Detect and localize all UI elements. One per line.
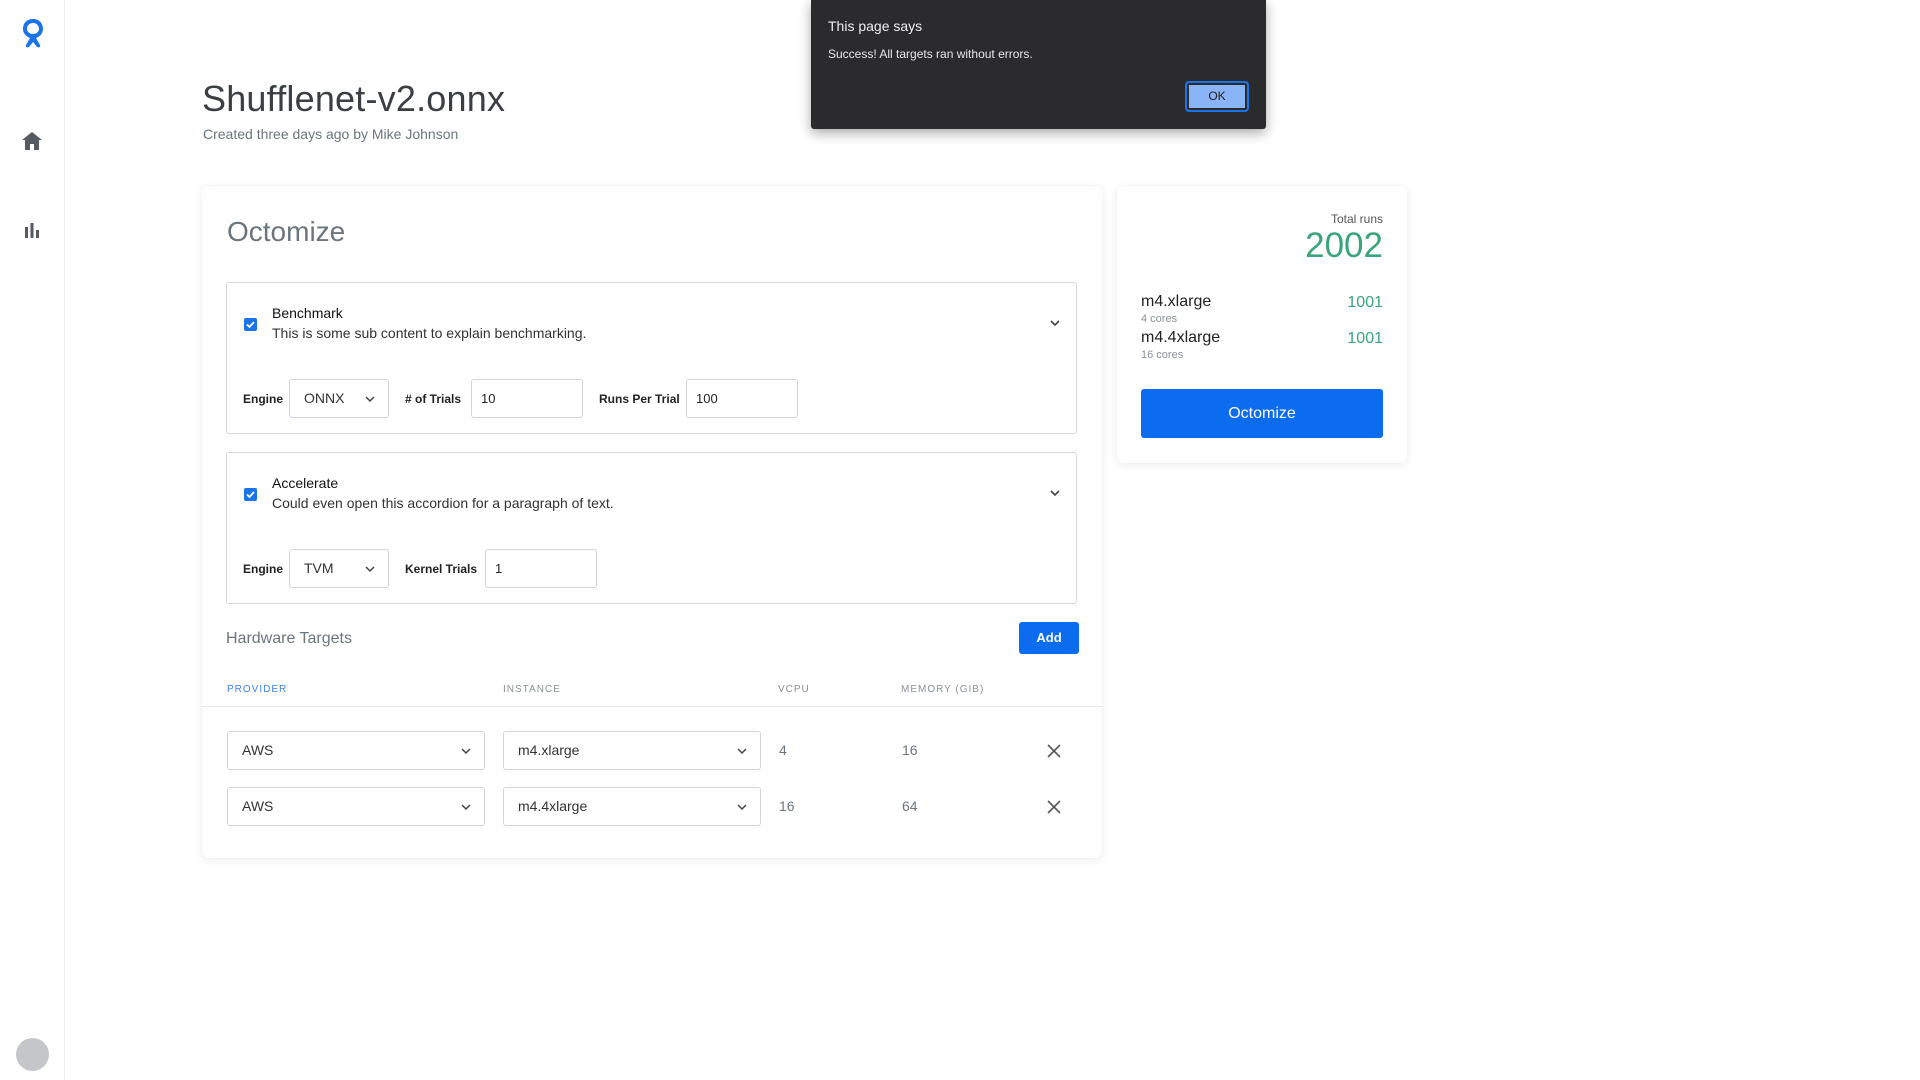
benchmark-title: Benchmark [272,305,343,321]
column-header-instance[interactable]: INSTANCE [503,684,561,695]
instance-cores: 4 cores [1141,313,1178,325]
home-icon[interactable] [21,131,43,151]
check-icon [246,321,255,329]
instance-runs: 1001 [1347,294,1383,311]
page-title: Shufflenet-v2.onnx [202,78,506,119]
close-icon[interactable] [1046,743,1062,759]
chevron-down-icon[interactable] [1048,486,1062,500]
accelerate-engine-value: TVM [304,560,334,576]
dialog-ok-button[interactable]: OK [1185,81,1249,112]
benchmark-engine-value: ONNX [304,390,345,406]
check-icon [246,491,255,499]
octoml-logo-icon[interactable] [18,16,48,50]
dialog-message: Success! All targets ran without errors. [828,47,1033,61]
accelerate-kernel-label: Kernel Trials [405,562,478,576]
table-divider [202,706,1102,707]
chevron-down-icon [365,396,375,403]
chevron-down-icon[interactable] [1048,316,1062,330]
instance-value: m4.4xlarge [518,798,588,814]
provider-value: AWS [242,798,274,814]
chevron-down-icon [461,748,471,755]
benchmark-description: This is some sub content to explain benc… [272,325,587,341]
dialog-title: This page says [828,18,923,34]
octomize-title: Octomize [227,216,346,247]
user-avatar[interactable] [16,1038,49,1071]
memory-value: 16 [902,742,918,758]
total-runs-value: 2002 [1305,226,1383,265]
page-subtitle: Created three days ago by Mike Johnson [203,126,459,142]
hardware-targets-title: Hardware Targets [226,630,352,647]
instance-name: m4.xlarge [1141,293,1212,310]
benchmark-trials-input[interactable]: 10 [471,379,583,418]
vcpu-value: 16 [779,798,795,814]
close-icon[interactable] [1046,799,1062,815]
memory-value: 64 [902,798,918,814]
sidebar [0,0,65,1080]
benchmark-checkbox[interactable] [244,318,257,331]
accelerate-engine-select[interactable]: TVM [289,549,389,588]
benchmark-engine-label: Engine [243,392,284,406]
benchmark-engine-select[interactable]: ONNX [289,379,389,418]
accelerate-description: Could even open this accordion for a par… [272,495,614,511]
accelerate-title: Accelerate [272,475,339,491]
total-runs-label: Total runs [1330,212,1383,226]
bar-chart-icon[interactable] [23,221,41,239]
chevron-down-icon [461,804,471,811]
benchmark-accordion: Benchmark This is some sub content to ex… [226,282,1077,434]
benchmark-trials-label: # of Trials [405,392,462,406]
accelerate-engine-label: Engine [243,562,284,576]
chevron-down-icon [737,804,747,811]
instance-value: m4.xlarge [518,742,580,758]
instance-name: m4.4xlarge [1141,329,1221,346]
accelerate-checkbox[interactable] [244,488,257,501]
instance-cores: 16 cores [1141,349,1184,361]
octomize-card: Octomize Benchmark This is some sub cont… [202,186,1102,858]
main-content: Shufflenet-v2.onnx Created three days ag… [65,0,1920,1080]
provider-select[interactable]: AWS [227,787,485,826]
column-header-memory[interactable]: MEMORY (GIB) [901,684,984,695]
octomize-button[interactable]: Octomize [1141,389,1383,438]
instance-select[interactable]: m4.xlarge [503,731,761,770]
provider-value: AWS [242,742,274,758]
instance-runs: 1001 [1347,330,1383,347]
vcpu-value: 4 [779,742,787,758]
add-target-button[interactable]: Add [1019,622,1079,654]
benchmark-runs-input[interactable]: 100 [686,379,798,418]
column-header-provider[interactable]: PROVIDER [227,684,287,695]
provider-select[interactable]: AWS [227,731,485,770]
chevron-down-icon [737,748,747,755]
accelerate-accordion: Accelerate Could even open this accordio… [226,452,1077,604]
alert-dialog: This page says Success! All targets ran … [811,0,1266,129]
summary-card: Total runs 2002 m4.xlarge 4 cores 1001 m… [1117,186,1407,463]
chevron-down-icon [365,566,375,573]
accelerate-kernel-input[interactable]: 1 [485,549,597,588]
instance-select[interactable]: m4.4xlarge [503,787,761,826]
benchmark-runs-label: Runs Per Trial [599,392,680,406]
column-header-vcpu[interactable]: VCPU [778,684,810,695]
